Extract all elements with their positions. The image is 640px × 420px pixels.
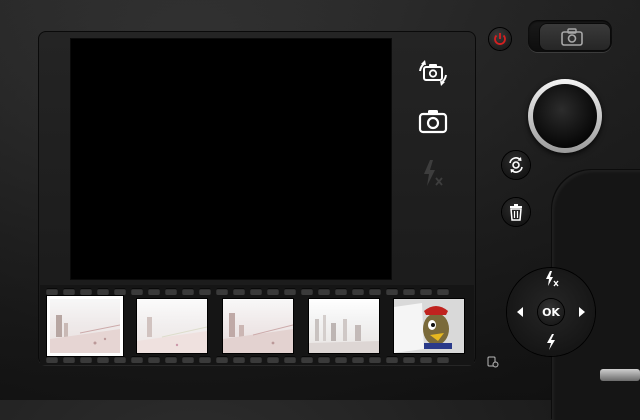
flash-off-icon [424, 160, 443, 186]
ok-button[interactable]: OK [538, 299, 564, 325]
film-frame-4[interactable] [309, 299, 379, 353]
left-arrow-icon [517, 307, 523, 317]
film-frame-3[interactable] [223, 299, 293, 353]
photo-thumbnail [137, 317, 207, 353]
viewfinder [71, 39, 391, 279]
photo-thumbnail [394, 299, 464, 353]
film-frame-5[interactable] [394, 299, 464, 353]
power-icon [494, 33, 506, 45]
power-button[interactable] [489, 28, 511, 50]
film-frame-2[interactable] [137, 299, 207, 353]
zoom-slider-handle[interactable] [600, 369, 640, 381]
photo-thumbnail [223, 313, 293, 353]
switch-camera-icon [419, 60, 447, 86]
right-arrow-icon [579, 307, 585, 317]
filmstrip [40, 285, 474, 365]
film-perforations-bottom [46, 356, 472, 365]
shutter-button[interactable] [533, 84, 597, 148]
camera-icon [561, 28, 583, 46]
dpad-right-button[interactable] [573, 303, 591, 321]
photo-thumbnail [50, 315, 120, 353]
capture-photo-button[interactable] [418, 108, 448, 134]
delete-button[interactable] [502, 198, 530, 226]
flash-icon [547, 334, 555, 350]
trash-icon [510, 204, 522, 221]
camera-icon [418, 110, 448, 134]
rotate-icon [509, 157, 523, 173]
dpad-down-button[interactable] [542, 331, 560, 353]
switch-camera-button[interactable] [417, 59, 449, 87]
flash-toggle-button[interactable] [420, 158, 444, 188]
rotate-button[interactable] [502, 151, 530, 179]
settings-small-button[interactable] [487, 353, 499, 368]
film-frame-1[interactable] [50, 299, 120, 353]
document-settings-icon [487, 356, 499, 368]
photo-thumbnail [309, 315, 379, 353]
film-perforations-top [46, 288, 472, 297]
dpad-left-button[interactable] [511, 303, 529, 321]
mode-camera-indicator [560, 27, 584, 47]
flash-off-icon [546, 271, 559, 287]
dpad-up-button[interactable] [542, 268, 560, 290]
ok-label: OK [542, 305, 560, 319]
